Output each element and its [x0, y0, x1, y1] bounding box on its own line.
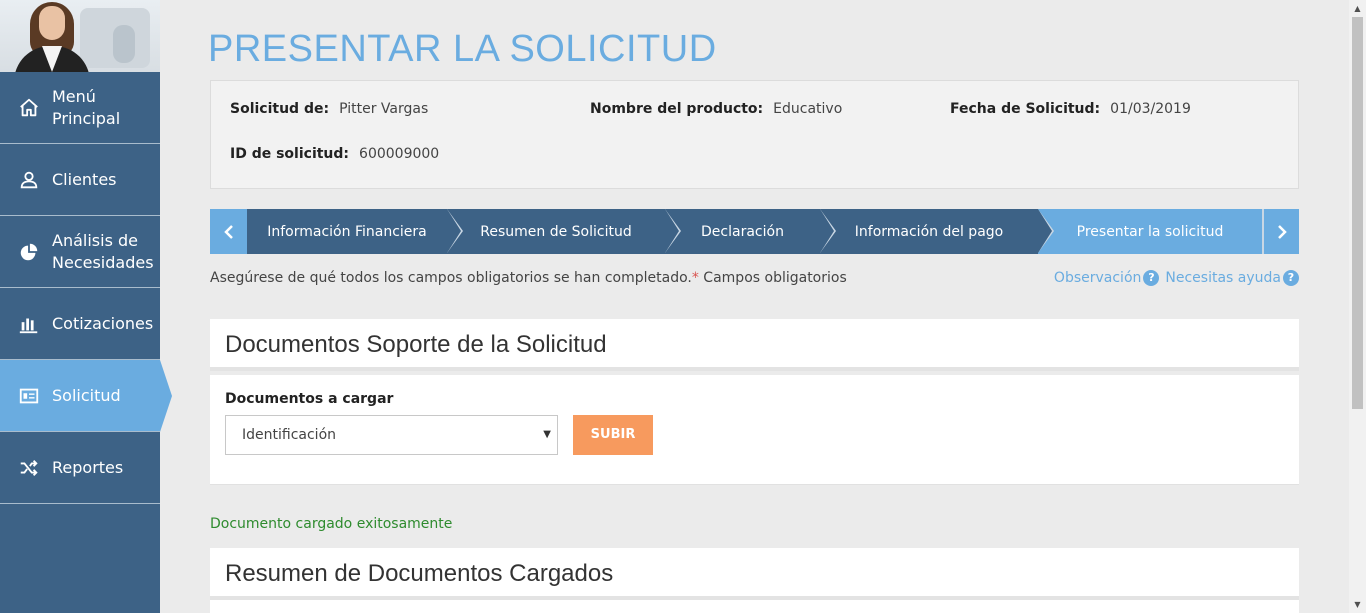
- scroll-thumb[interactable]: [1352, 17, 1363, 409]
- required-fields-hint: Asegúrese de qué todos los campos obliga…: [210, 270, 847, 286]
- observacion-label: Observación: [1053, 270, 1142, 286]
- info-producto: Nombre del producto: Educativo: [590, 101, 842, 117]
- chevron-right-icon: [1277, 224, 1287, 239]
- document-icon: [19, 388, 39, 403]
- sidebar-item-label: Reportes: [52, 457, 124, 477]
- select-value: Identificación: [242, 427, 337, 443]
- step-declaracion[interactable]: Declaración: [665, 209, 836, 254]
- step-presentar-solicitud[interactable]: Presentar la solicitud: [1038, 209, 1262, 254]
- required-asterisk: *: [691, 270, 699, 286]
- info-label: Nombre del producto:: [590, 101, 764, 117]
- upload-button[interactable]: SUBIR: [573, 415, 653, 455]
- document-type-select[interactable]: Identificación ▼: [225, 415, 558, 455]
- required-text: Campos obligatorios: [698, 270, 847, 286]
- step-label: Información del pago: [854, 223, 1004, 240]
- page-scrollbar[interactable]: ▲ ▼: [1349, 0, 1366, 613]
- step-informacion-financiera[interactable]: Información Financiera: [247, 209, 463, 254]
- stepper-next-button[interactable]: [1262, 209, 1299, 254]
- chevron-left-icon: [223, 224, 233, 239]
- home-icon: [20, 98, 38, 116]
- documents-select-label: Documentos a cargar: [225, 391, 394, 407]
- sidebar-item-clientes[interactable]: Clientes: [0, 144, 160, 216]
- question-icon: ?: [1143, 270, 1160, 286]
- sidebar-item-reportes[interactable]: Reportes: [0, 432, 160, 504]
- main-content: PRESENTAR LA SOLICITUD Solicitud de: Pitt…: [160, 0, 1349, 613]
- documents-panel-body: Documentos a cargar Identificación ▼ SUB…: [210, 375, 1299, 485]
- application-info-box: Solicitud de: Pitter Vargas Nombre del pr…: [210, 80, 1299, 189]
- step-label: Resumen de Solicitud: [480, 223, 632, 240]
- caret-down-icon: ▼: [543, 429, 551, 440]
- scroll-down-icon[interactable]: ▼: [1349, 596, 1366, 613]
- documents-panel-header: Documentos Soporte de la Solicitud: [210, 319, 1299, 371]
- step-informacion-pago[interactable]: Información del pago: [820, 209, 1054, 254]
- info-label: ID de solicitud:: [230, 146, 350, 162]
- shuffle-icon: [20, 459, 38, 476]
- sidebar-item-label: Clientes: [52, 169, 117, 189]
- documents-panel-title: Documentos Soporte de la Solicitud: [225, 331, 607, 358]
- sidebar-item-cotizaciones[interactable]: Cotizaciones: [0, 288, 160, 360]
- info-fecha: Fecha de Solicitud: 01/03/2019: [950, 101, 1191, 117]
- step-resumen-solicitud[interactable]: Resumen de Solicitud: [447, 209, 681, 254]
- hint-text: Asegúrese de qué todos los campos obliga…: [210, 270, 692, 286]
- user-avatar: [0, 0, 160, 72]
- pie-chart-icon: [20, 243, 38, 260]
- info-value: Educativo: [773, 101, 843, 117]
- sidebar: Menú Principal Clientes Análisis de Nece…: [0, 0, 172, 613]
- info-label: Solicitud de:: [230, 101, 330, 117]
- question-icon: ?: [1283, 270, 1299, 286]
- info-id: ID de solicitud: 600009000: [230, 146, 439, 162]
- info-value: 01/03/2019: [1110, 101, 1191, 117]
- sidebar-item-analisis[interactable]: Análisis de Necesidades: [0, 216, 160, 288]
- sidebar-item-solicitud[interactable]: Solicitud: [0, 360, 172, 432]
- help-links: Observación? Necesitas ayuda?: [1054, 270, 1299, 286]
- upload-success-message: Documento cargado exitosamente: [210, 516, 453, 532]
- sidebar-nav: Menú Principal Clientes Análisis de Nece…: [0, 72, 172, 504]
- summary-panel-body: [210, 600, 1299, 613]
- user-icon: [20, 171, 38, 188]
- info-solicitud-de: Solicitud de: Pitter Vargas: [230, 101, 428, 117]
- bar-chart-icon: [19, 318, 38, 333]
- info-value: Pitter Vargas: [339, 101, 429, 117]
- sidebar-item-label: Cotizaciones: [52, 313, 154, 333]
- sidebar-item-label: Solicitud: [52, 385, 121, 405]
- scroll-up-icon[interactable]: ▲: [1349, 0, 1366, 17]
- info-value: 600009000: [359, 146, 440, 162]
- sidebar-item-menu-principal[interactable]: Menú Principal: [0, 72, 160, 144]
- ayuda-label: Necesitas ayuda: [1165, 270, 1281, 286]
- page-title: PRESENTAR LA SOLICITUD: [208, 28, 717, 70]
- info-label: Fecha de Solicitud:: [950, 101, 1101, 117]
- step-label: Información Financiera: [267, 223, 427, 240]
- summary-panel-header: Resumen de Documentos Cargados: [210, 548, 1299, 600]
- progress-stepper: Información Financiera Resumen de Solici…: [210, 209, 1299, 254]
- stepper-prev-button[interactable]: [210, 209, 247, 254]
- step-label: Presentar la solicitud: [1076, 223, 1224, 240]
- step-label: Declaración: [701, 223, 784, 240]
- sidebar-item-label: Análisis de Necesidades: [52, 230, 154, 272]
- summary-panel-title: Resumen de Documentos Cargados: [225, 560, 614, 587]
- observacion-link[interactable]: Observación?: [1053, 270, 1160, 286]
- ayuda-link[interactable]: Necesitas ayuda?: [1165, 270, 1299, 286]
- sidebar-item-label: Menú Principal: [52, 86, 121, 128]
